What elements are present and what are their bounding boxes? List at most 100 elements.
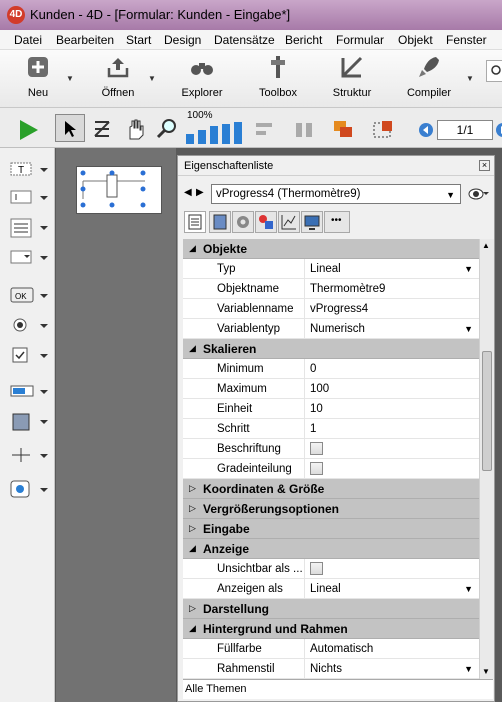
menu-bericht[interactable]: Bericht xyxy=(285,33,322,47)
input-object-tool[interactable] xyxy=(10,188,50,208)
select-tool-button[interactable] xyxy=(55,114,85,142)
property-value[interactable]: Thermomètre9 xyxy=(310,283,385,295)
scrollbar[interactable]: ▲ ▼ xyxy=(479,239,494,679)
run-icon[interactable] xyxy=(16,118,40,142)
plugin-object-tool[interactable] xyxy=(10,480,50,500)
property-value[interactable]: 1 xyxy=(310,423,316,435)
text-object-tool[interactable]: T xyxy=(10,160,50,180)
property-value[interactable]: vProgress4 xyxy=(310,303,368,315)
tab-chart[interactable] xyxy=(278,211,300,233)
property-row[interactable]: Gradeinteilung xyxy=(183,459,479,479)
section-header[interactable]: ▷ Eingabe xyxy=(183,519,479,539)
property-row[interactable]: Minimum 0 xyxy=(183,359,479,379)
property-value[interactable]: 0 xyxy=(310,363,316,375)
menu-start[interactable]: Start xyxy=(126,33,151,47)
property-row[interactable]: Typ Lineal ▼ xyxy=(183,259,479,279)
menu-formular[interactable]: Formular xyxy=(336,33,384,47)
next-object-icon[interactable]: ▶ xyxy=(196,187,204,198)
menu-design[interactable]: Design xyxy=(164,33,201,47)
property-row[interactable]: Füllfarbe Automatisch xyxy=(183,639,479,659)
chevron-down-icon[interactable]: ▼ xyxy=(464,584,473,594)
property-row[interactable]: Einheit 10 xyxy=(183,399,479,419)
menu-datensaetze[interactable]: Datensätze xyxy=(214,33,275,47)
menu-objekt[interactable]: Objekt xyxy=(398,33,433,47)
property-checkbox[interactable] xyxy=(310,462,323,475)
section-header[interactable]: ▷ Vergrößerungsoptionen xyxy=(183,499,479,519)
property-value[interactable]: 10 xyxy=(310,403,323,415)
eye-icon[interactable] xyxy=(468,186,490,202)
theme-filter[interactable]: Alle Themen xyxy=(183,679,493,699)
compiler-dropdown-icon[interactable]: ▼ xyxy=(466,74,474,83)
list-object-tool[interactable] xyxy=(10,218,50,238)
tab-settings[interactable] xyxy=(232,211,254,233)
chevron-down-icon[interactable]: ▼ xyxy=(464,264,473,274)
object-selector[interactable]: vProgress4 (Thermomètre9) ▼ xyxy=(211,184,461,204)
section-header[interactable]: ◢ Anzeige xyxy=(183,539,479,559)
dropdown-object-tool[interactable] xyxy=(10,248,50,268)
form-area[interactable] xyxy=(56,148,176,702)
property-row[interactable]: Variablentyp Numerisch ▼ xyxy=(183,319,479,339)
toolbox-button[interactable]: Toolbox xyxy=(253,54,303,99)
new-button[interactable]: Neu xyxy=(22,54,54,99)
property-checkbox[interactable] xyxy=(310,562,323,575)
group-icon[interactable] xyxy=(372,119,396,141)
compiler-button[interactable]: Compiler xyxy=(404,54,454,99)
scrollbar-thumb[interactable] xyxy=(482,351,492,471)
property-value[interactable]: Lineal xyxy=(310,583,341,595)
scroll-down-icon[interactable]: ▼ xyxy=(482,667,492,677)
property-value[interactable]: 100 xyxy=(310,383,329,395)
form-preview[interactable] xyxy=(76,166,162,214)
checkbox-object-tool[interactable] xyxy=(10,346,50,366)
tab-all[interactable] xyxy=(184,211,206,233)
menu-datei[interactable]: Datei xyxy=(14,33,42,47)
property-checkbox[interactable] xyxy=(310,442,323,455)
property-value[interactable]: Automatisch xyxy=(310,643,373,655)
scroll-up-icon[interactable]: ▲ xyxy=(482,241,492,251)
close-icon[interactable]: × xyxy=(479,160,490,171)
section-header[interactable]: ▷ Koordinaten & Größe xyxy=(183,479,479,499)
radio-object-tool[interactable] xyxy=(10,316,50,336)
property-row[interactable]: Variablenname vProgress4 xyxy=(183,299,479,319)
menu-fenster[interactable]: Fenster xyxy=(446,33,487,47)
structure-button[interactable]: Struktur xyxy=(328,54,376,99)
open-button[interactable]: Öffnen xyxy=(96,54,140,99)
hand-icon[interactable] xyxy=(123,117,147,141)
tab-display[interactable] xyxy=(301,211,323,233)
section-header[interactable]: ◢ Skalieren xyxy=(183,339,479,359)
zoom-icon[interactable] xyxy=(155,117,179,141)
chevron-down-icon[interactable]: ▼ xyxy=(464,664,473,674)
open-dropdown-icon[interactable]: ▼ xyxy=(148,74,156,83)
section-header[interactable]: ◢ Objekte xyxy=(183,239,479,259)
tab-shapes[interactable] xyxy=(255,211,277,233)
chevron-down-icon[interactable]: ▼ xyxy=(464,324,473,334)
section-header[interactable]: ▷ Darstellung xyxy=(183,599,479,619)
property-value[interactable]: Nichts xyxy=(310,663,342,675)
shape-object-tool[interactable] xyxy=(10,412,50,432)
property-row[interactable]: Objektname Thermomètre9 xyxy=(183,279,479,299)
property-row[interactable]: Unsichtbar als ... xyxy=(183,559,479,579)
property-value[interactable]: Numerisch xyxy=(310,323,365,335)
zoom-slider[interactable] xyxy=(185,122,247,144)
property-row[interactable]: Rahmenstil Nichts ▼ xyxy=(183,659,479,679)
menu-bearbeiten[interactable]: Bearbeiten xyxy=(56,33,114,47)
tab-more[interactable]: ••• xyxy=(324,211,350,233)
property-value[interactable]: Lineal xyxy=(310,263,341,275)
align-icon[interactable] xyxy=(254,121,276,139)
explorer-button[interactable]: Explorer xyxy=(178,54,226,99)
property-row[interactable]: Maximum 100 xyxy=(183,379,479,399)
next-page-icon[interactable] xyxy=(495,122,502,138)
entry-order-icon[interactable] xyxy=(92,118,114,140)
new-dropdown-icon[interactable]: ▼ xyxy=(66,74,74,83)
search-field[interactable] xyxy=(486,60,502,82)
line-object-tool[interactable] xyxy=(10,446,50,466)
property-row[interactable]: Schritt 1 xyxy=(183,419,479,439)
button-object-tool[interactable]: OK xyxy=(10,286,50,306)
thermometer-object[interactable] xyxy=(77,167,163,215)
distribute-icon[interactable] xyxy=(294,121,316,139)
section-header[interactable]: ◢ Hintergrund und Rahmen xyxy=(183,619,479,639)
tab-objects[interactable] xyxy=(209,211,231,233)
property-row[interactable]: Beschriftung xyxy=(183,439,479,459)
level-icon[interactable] xyxy=(332,119,356,141)
prev-page-icon[interactable] xyxy=(418,122,434,138)
property-row[interactable]: Anzeigen als Lineal ▼ xyxy=(183,579,479,599)
